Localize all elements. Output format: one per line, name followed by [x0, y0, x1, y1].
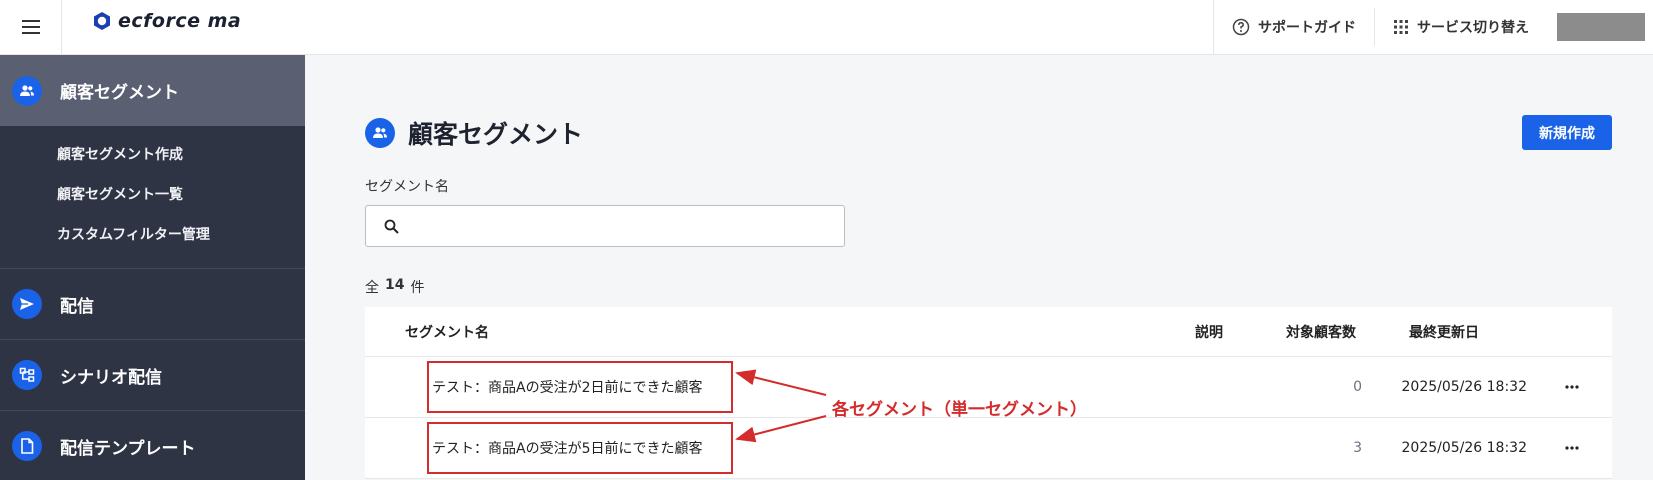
search-icon — [384, 219, 399, 234]
search-field-label: セグメント名 — [365, 179, 449, 195]
top-bar: ecforce ma サポートガイド サービス切り替え — [0, 0, 1653, 55]
hamburger-menu-button[interactable] — [0, 0, 62, 54]
last-updated: 2025/05/26 18:32 — [1401, 440, 1528, 456]
sidebar-item-label: 顧客セグメント — [60, 83, 179, 103]
segment-name-link[interactable]: テスト：商品Aの受注が5日前にできた顧客 — [427, 422, 733, 474]
service-switch-link[interactable]: サービス切り替え — [1375, 0, 1547, 54]
flow-icon — [12, 360, 42, 390]
annotation-label: 各セグメント（単一セグメント） — [832, 400, 1087, 420]
more-actions-button[interactable] — [1560, 375, 1584, 399]
sidebar: 顧客セグメント 顧客セグメント作成 顧客セグメント一覧 カスタムフィルター管理 … — [0, 55, 305, 480]
grid-icon — [1394, 20, 1408, 34]
user-menu-avatar[interactable] — [1557, 13, 1645, 41]
table-row[interactable]: テスト：商品Aの受注が5日前にできた顧客 3 2025/05/26 18:32 — [365, 418, 1612, 479]
users-icon — [365, 118, 395, 148]
count-suffix: 件 — [410, 280, 425, 296]
sidebar-item-scenario[interactable]: シナリオ配信 — [0, 340, 305, 411]
users-icon — [12, 75, 42, 106]
document-icon — [12, 431, 42, 461]
column-header-customer-count[interactable]: 対象顧客数 — [1286, 322, 1356, 342]
sidebar-submenu: 顧客セグメント作成 顧客セグメント一覧 カスタムフィルター管理 — [0, 126, 305, 269]
sidebar-subitem-create-segment[interactable]: 顧客セグメント作成 — [0, 134, 305, 174]
sidebar-item-templates[interactable]: 配信テンプレート — [0, 411, 305, 480]
sidebar-subitem-custom-filter[interactable]: カスタムフィルター管理 — [0, 214, 305, 254]
column-header-description[interactable]: 説明 — [1195, 322, 1223, 342]
support-guide-label: サポートガイド — [1258, 20, 1356, 36]
count-value: 14 — [385, 277, 405, 293]
customer-count: 3 — [1353, 440, 1362, 456]
segment-name-link[interactable]: テスト：商品Aの受注が2日前にできた顧客 — [427, 361, 733, 413]
table-header: セグメント名 説明 対象顧客数 最終更新日 — [365, 307, 1612, 357]
segment-name-search-input[interactable] — [409, 207, 844, 245]
page-title: 顧客セグメント — [408, 120, 584, 149]
new-segment-button[interactable]: 新規作成 — [1522, 115, 1612, 150]
count-prefix: 全 — [365, 280, 379, 296]
support-guide-link[interactable]: サポートガイド — [1214, 0, 1374, 54]
page-header: 顧客セグメント — [365, 115, 583, 151]
sidebar-item-customer-segment[interactable]: 顧客セグメント — [0, 55, 305, 126]
service-switch-label: サービス切り替え — [1417, 20, 1529, 36]
send-icon — [12, 289, 42, 319]
search-box — [365, 205, 845, 247]
help-circle-icon — [1232, 18, 1250, 36]
more-actions-button[interactable] — [1560, 436, 1584, 460]
logo-text: ecforce ma — [118, 10, 242, 32]
column-header-segment-name[interactable]: セグメント名 — [405, 322, 489, 342]
top-actions: サポートガイド サービス切り替え — [1213, 0, 1653, 54]
hamburger-icon — [21, 20, 40, 34]
customer-count: 0 — [1353, 379, 1362, 395]
sidebar-item-label: 配信テンプレート — [60, 438, 196, 459]
last-updated: 2025/05/26 18:32 — [1401, 379, 1528, 395]
result-count: 全 14 件 — [365, 277, 424, 297]
ellipsis-icon — [1565, 446, 1579, 450]
segment-table: セグメント名 説明 対象顧客数 最終更新日 テスト：商品Aの受注が2日前にできた… — [365, 307, 1612, 479]
column-header-last-updated[interactable]: 最終更新日 — [1409, 322, 1479, 342]
logo-mark-icon — [94, 12, 110, 30]
ellipsis-icon — [1565, 385, 1579, 389]
sidebar-item-label: シナリオ配信 — [60, 367, 162, 388]
sidebar-item-label: 配信 — [60, 296, 94, 317]
sidebar-item-delivery[interactable]: 配信 — [0, 269, 305, 340]
logo[interactable]: ecforce ma — [92, 10, 241, 32]
sidebar-subitem-segment-list[interactable]: 顧客セグメント一覧 — [0, 174, 305, 214]
